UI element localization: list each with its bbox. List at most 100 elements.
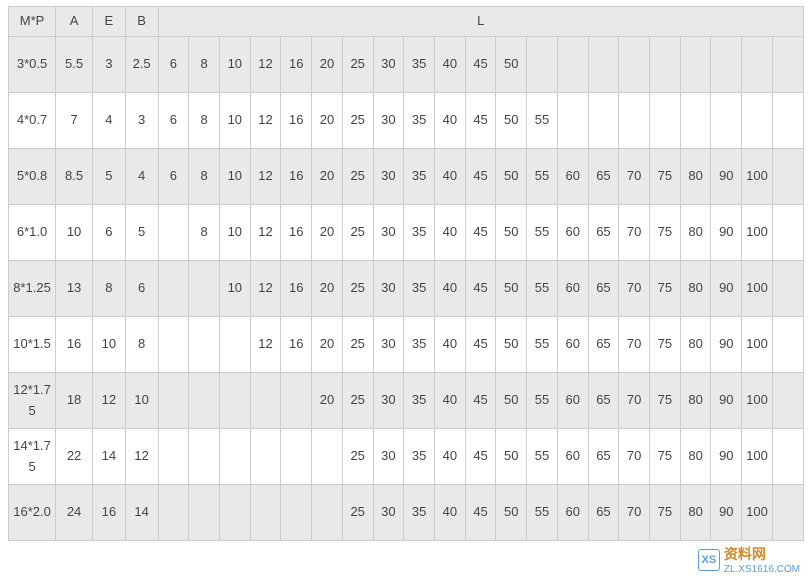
l-cell: 55 bbox=[527, 317, 558, 373]
l-cell: 30 bbox=[373, 261, 404, 317]
col-mp: M*P bbox=[9, 7, 56, 37]
l-cell: 50 bbox=[496, 205, 527, 261]
l-cell: 65 bbox=[588, 373, 619, 429]
l-cell bbox=[219, 317, 250, 373]
l-cell bbox=[158, 373, 189, 429]
l-cell: 20 bbox=[312, 93, 343, 149]
l-cell bbox=[772, 37, 803, 93]
l-cell: 75 bbox=[650, 261, 681, 317]
l-cell bbox=[158, 261, 189, 317]
e: 12 bbox=[92, 373, 125, 429]
b: 12 bbox=[125, 429, 158, 485]
l-cell bbox=[219, 429, 250, 485]
l-cell: 75 bbox=[650, 205, 681, 261]
l-cell: 60 bbox=[557, 429, 588, 485]
l-cell: 30 bbox=[373, 429, 404, 485]
l-cell bbox=[619, 93, 650, 149]
l-cell: 100 bbox=[742, 485, 773, 541]
l-cell bbox=[158, 485, 189, 541]
l-cell: 60 bbox=[557, 149, 588, 205]
l-cell: 45 bbox=[465, 93, 496, 149]
l-cell bbox=[189, 429, 220, 485]
l-cell: 90 bbox=[711, 317, 742, 373]
l-cell bbox=[742, 93, 773, 149]
l-cell: 80 bbox=[680, 317, 711, 373]
l-cell: 55 bbox=[527, 149, 558, 205]
l-cell: 40 bbox=[434, 37, 465, 93]
l-cell: 20 bbox=[312, 373, 343, 429]
a: 22 bbox=[56, 429, 93, 485]
l-cell bbox=[557, 37, 588, 93]
l-cell bbox=[650, 93, 681, 149]
l-cell: 40 bbox=[434, 205, 465, 261]
b: 2.5 bbox=[125, 37, 158, 93]
e: 4 bbox=[92, 93, 125, 149]
l-cell: 100 bbox=[742, 373, 773, 429]
l-cell: 25 bbox=[342, 37, 373, 93]
l-cell bbox=[772, 429, 803, 485]
l-cell bbox=[158, 429, 189, 485]
l-cell: 90 bbox=[711, 373, 742, 429]
l-cell: 45 bbox=[465, 261, 496, 317]
e: 8 bbox=[92, 261, 125, 317]
l-cell: 6 bbox=[158, 93, 189, 149]
l-cell: 50 bbox=[496, 149, 527, 205]
l-cell: 12 bbox=[250, 37, 281, 93]
mp: 14*1.75 bbox=[9, 429, 56, 485]
l-cell: 70 bbox=[619, 317, 650, 373]
l-cell: 70 bbox=[619, 373, 650, 429]
l-cell: 16 bbox=[281, 93, 312, 149]
l-cell bbox=[219, 485, 250, 541]
watermark-logo: XS bbox=[698, 549, 720, 571]
l-cell bbox=[250, 429, 281, 485]
l-cell: 75 bbox=[650, 429, 681, 485]
l-cell: 50 bbox=[496, 373, 527, 429]
l-cell: 6 bbox=[158, 149, 189, 205]
l-cell: 45 bbox=[465, 373, 496, 429]
l-cell: 30 bbox=[373, 205, 404, 261]
l-cell: 45 bbox=[465, 485, 496, 541]
l-cell: 80 bbox=[680, 149, 711, 205]
l-cell: 30 bbox=[373, 149, 404, 205]
l-cell: 40 bbox=[434, 261, 465, 317]
l-cell: 30 bbox=[373, 485, 404, 541]
l-cell: 75 bbox=[650, 149, 681, 205]
watermark-url: ZL.XS1616.COM bbox=[724, 564, 800, 575]
l-cell: 75 bbox=[650, 485, 681, 541]
l-cell bbox=[557, 93, 588, 149]
l-cell: 16 bbox=[281, 149, 312, 205]
l-cell: 100 bbox=[742, 317, 773, 373]
l-cell: 40 bbox=[434, 485, 465, 541]
l-cell: 75 bbox=[650, 373, 681, 429]
b: 5 bbox=[125, 205, 158, 261]
l-cell: 8 bbox=[189, 93, 220, 149]
l-cell: 100 bbox=[742, 261, 773, 317]
l-cell bbox=[281, 485, 312, 541]
a: 13 bbox=[56, 261, 93, 317]
l-cell: 45 bbox=[465, 429, 496, 485]
b: 4 bbox=[125, 149, 158, 205]
l-cell bbox=[711, 93, 742, 149]
l-cell: 70 bbox=[619, 205, 650, 261]
l-cell: 6 bbox=[158, 37, 189, 93]
table-row: 16*2.02416142530354045505560657075809010… bbox=[9, 485, 804, 541]
l-cell: 30 bbox=[373, 373, 404, 429]
l-cell bbox=[772, 317, 803, 373]
watermark: XS 资料网 ZL.XS1616.COM bbox=[698, 544, 800, 575]
l-cell: 25 bbox=[342, 429, 373, 485]
l-cell: 80 bbox=[680, 261, 711, 317]
l-cell: 8 bbox=[189, 205, 220, 261]
a: 18 bbox=[56, 373, 93, 429]
l-cell: 100 bbox=[742, 429, 773, 485]
b: 14 bbox=[125, 485, 158, 541]
table-body: 3*0.55.532.568101216202530354045504*0.77… bbox=[9, 37, 804, 541]
l-cell: 25 bbox=[342, 205, 373, 261]
l-cell: 12 bbox=[250, 149, 281, 205]
a: 8.5 bbox=[56, 149, 93, 205]
l-cell: 40 bbox=[434, 429, 465, 485]
l-cell: 90 bbox=[711, 485, 742, 541]
col-l: L bbox=[158, 7, 803, 37]
l-cell: 16 bbox=[281, 205, 312, 261]
l-cell bbox=[189, 317, 220, 373]
l-cell: 25 bbox=[342, 317, 373, 373]
